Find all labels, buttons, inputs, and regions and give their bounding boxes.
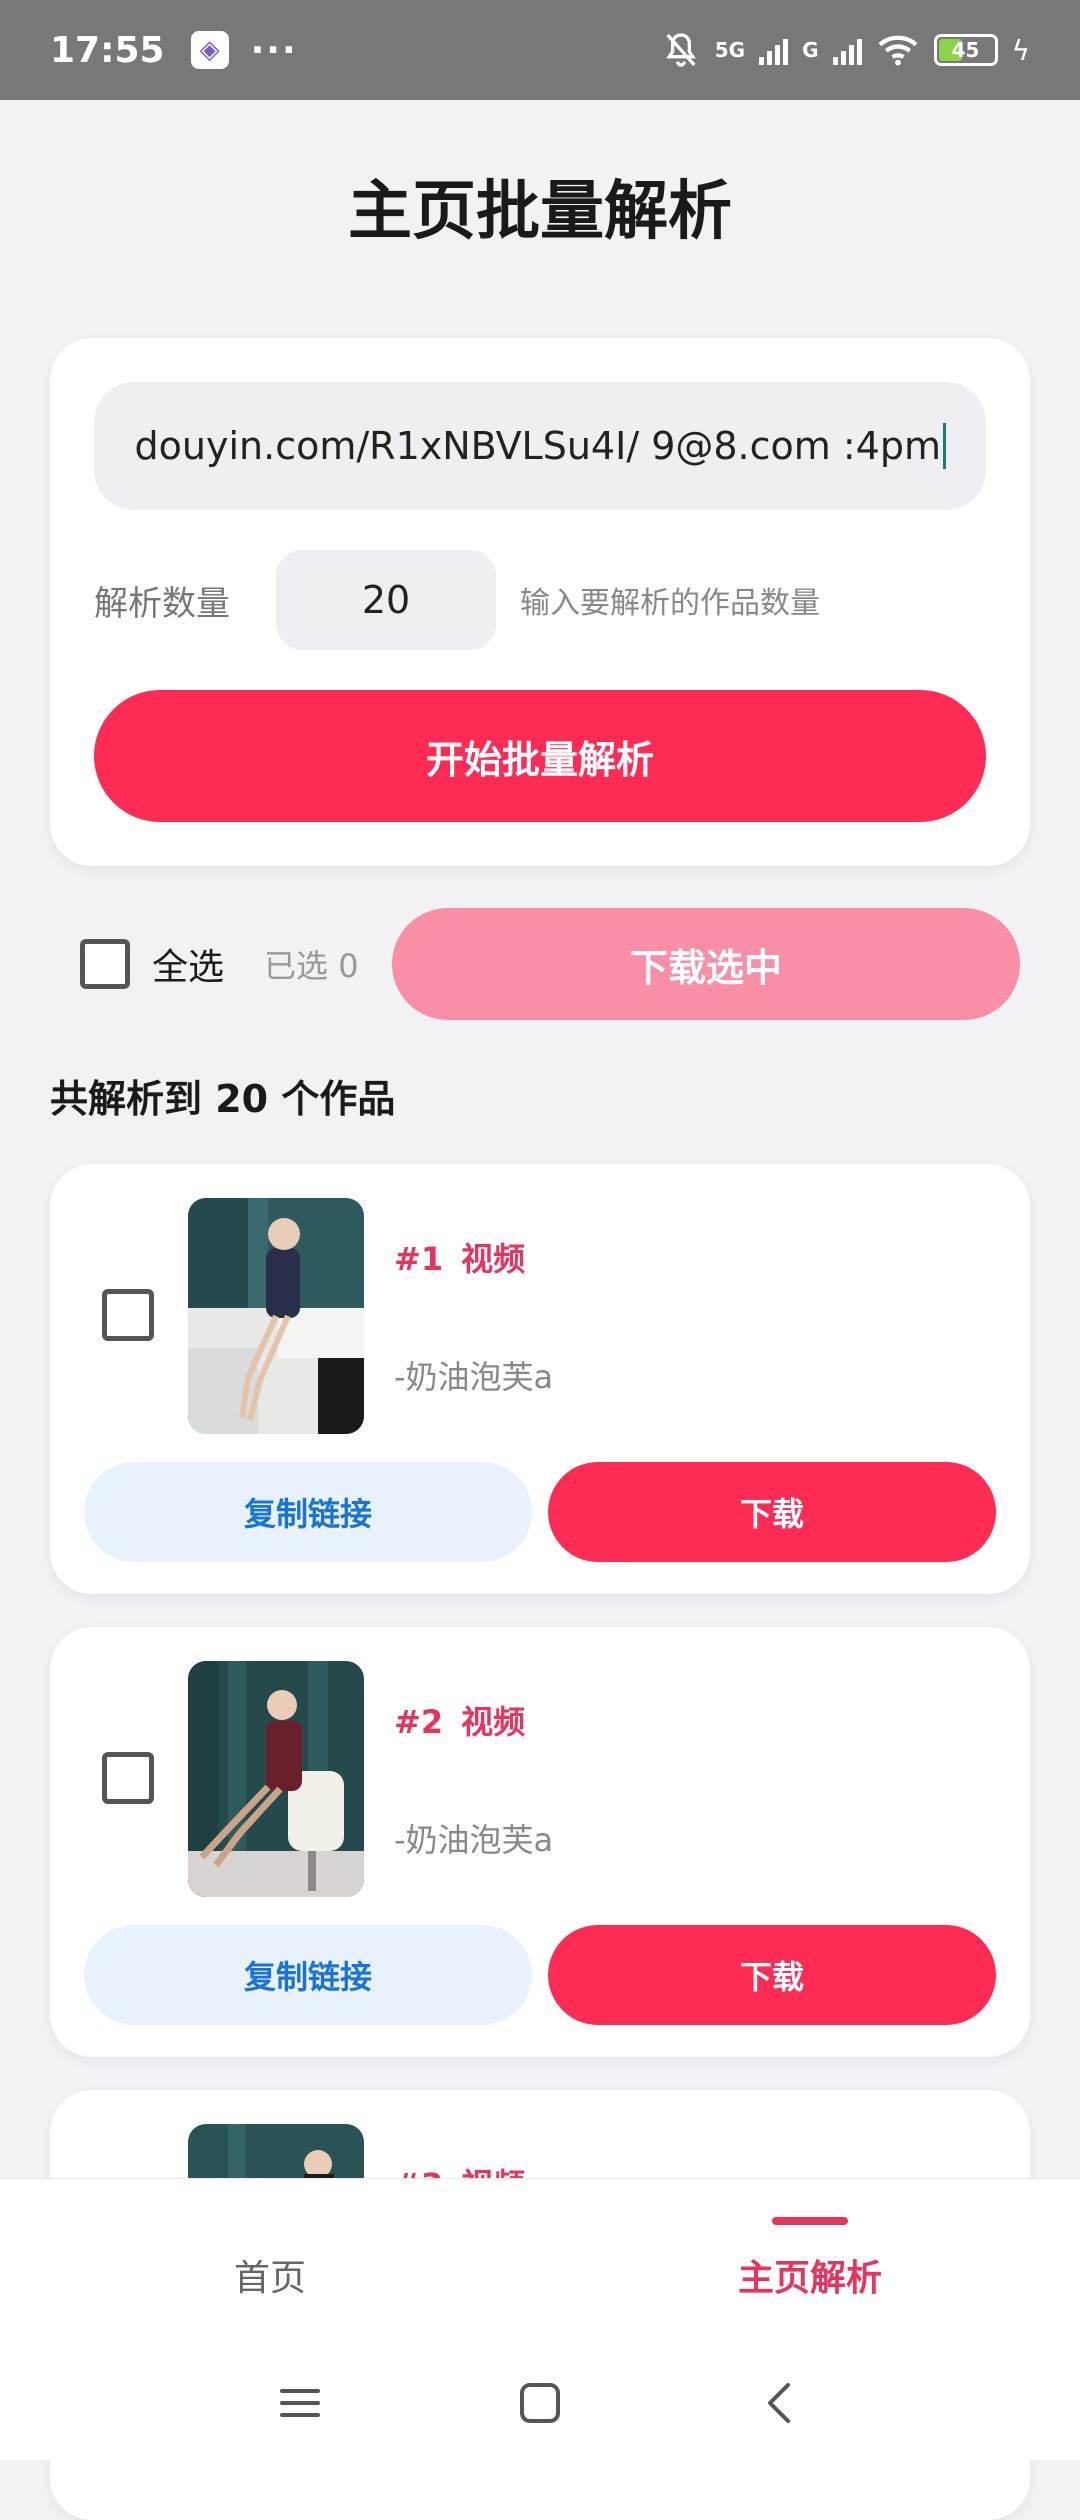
download-selected-button[interactable]: 下载选中 [392, 908, 1020, 1020]
url-input-value: douyin.com/R1xNBVLSu4I/ 9@8.com :4pm [134, 424, 941, 468]
item-thumbnail[interactable] [188, 1661, 364, 1897]
item-author: -奶油泡芙a [394, 1821, 554, 1859]
system-navigation-bar [0, 2373, 1080, 2433]
charging-icon: ϟ [1011, 33, 1030, 67]
results-summary: 共解析到 20 个作品 [50, 1077, 396, 1121]
select-all-label[interactable]: 全选 [152, 938, 224, 990]
wifi-icon [878, 35, 917, 66]
url-input[interactable]: douyin.com/R1xNBVLSu4I/ 9@8.com :4pm [94, 382, 986, 510]
count-row: 解析数量 20 输入要解析的作品数量 [94, 550, 986, 650]
copy-link-button[interactable]: 复制链接 [84, 1925, 532, 2025]
tab-homepage-parse[interactable]: 主页解析 [540, 2249, 1080, 2301]
start-batch-parse-button[interactable]: 开始批量解析 [94, 690, 986, 822]
select-all-checkbox[interactable] [80, 939, 130, 989]
network-5g-label: 5G [714, 38, 746, 62]
result-item: #2 视频 -奶油泡芙a 复制链接 下载 [50, 1627, 1030, 2057]
active-tab-indicator [772, 2217, 848, 2225]
status-time: 17:55 [50, 29, 165, 71]
bottom-navigation: 首页 主页解析 [0, 2178, 1080, 2460]
battery-level: 45 [951, 38, 980, 62]
download-button[interactable]: 下载 [548, 1925, 996, 2025]
item-index: #1 [394, 1240, 444, 1278]
item-index: #2 [394, 1703, 444, 1741]
page-title: 主页批量解析 [348, 175, 732, 249]
result-item: #1 视频 -奶油泡芙a 复制链接 下载 [50, 1164, 1030, 1594]
item-checkbox[interactable] [102, 1752, 154, 1804]
item-title: #2 视频 [394, 1697, 525, 1743]
bell-muted-icon [665, 33, 696, 67]
app-notification-icon: ◈ [190, 31, 229, 69]
network-g-label: G [802, 38, 819, 62]
menu-icon[interactable] [270, 2373, 330, 2433]
status-bar: 17:55 ◈ ··· 5G G 45 ϟ [0, 0, 1080, 100]
item-title: #1 视频 [394, 1234, 525, 1280]
signal-icon-2 [832, 35, 862, 65]
item-type: 视频 [461, 1240, 526, 1278]
item-thumbnail[interactable] [188, 1198, 364, 1434]
back-chevron-icon[interactable] [750, 2373, 810, 2433]
count-hint: 输入要解析的作品数量 [520, 586, 820, 621]
count-input[interactable]: 20 [276, 550, 496, 650]
more-notifications-icon: ··· [250, 29, 298, 71]
copy-link-button[interactable]: 复制链接 [84, 1462, 532, 1562]
count-label: 解析数量 [94, 583, 230, 624]
item-type: 视频 [461, 1703, 526, 1741]
download-button[interactable]: 下载 [548, 1462, 996, 1562]
tab-home[interactable]: 首页 [0, 2249, 540, 2301]
selected-count: 已选 0 [264, 947, 359, 985]
item-checkbox[interactable] [102, 1289, 154, 1341]
signal-icon [759, 35, 789, 65]
home-square-icon[interactable] [510, 2373, 570, 2433]
selection-toolbar: 全选 已选 0 下载选中 [80, 908, 1020, 1020]
item-author: -奶油泡芙a [394, 1358, 554, 1396]
battery-icon: 45 [933, 34, 998, 66]
text-caret [943, 423, 946, 469]
parse-form-card: douyin.com/R1xNBVLSu4I/ 9@8.com :4pm 解析数… [50, 338, 1030, 866]
